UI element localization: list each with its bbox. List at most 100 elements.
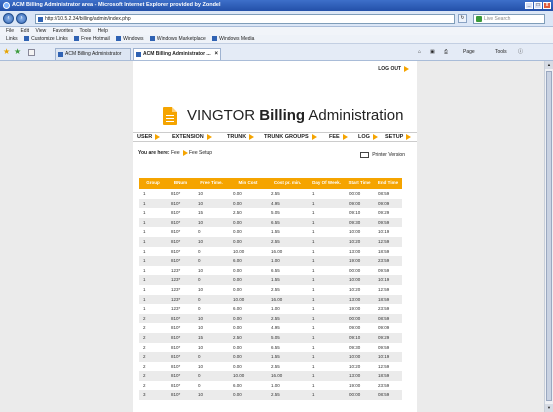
quick-tabs-icon[interactable] bbox=[28, 49, 35, 56]
table-cell: 09:29 bbox=[378, 210, 390, 216]
table-cell: 1 bbox=[308, 217, 345, 228]
home-icon[interactable]: ⌂ bbox=[418, 48, 421, 57]
links-bar: Links Customize Links Free Hotmail Windo… bbox=[0, 35, 553, 44]
table-cell: 1 bbox=[139, 294, 167, 305]
logout-link[interactable]: LOG OUT bbox=[378, 65, 409, 73]
tools-menu[interactable]: Tools bbox=[495, 48, 507, 57]
table-cell: 6.00 bbox=[233, 306, 242, 312]
scroll-down-icon[interactable]: ▼ bbox=[545, 404, 553, 412]
nav-setup[interactable]: SETUP bbox=[385, 133, 412, 141]
tab-billing-admin-2[interactable]: ACM Billing Administrator ... × bbox=[133, 48, 221, 60]
title-suffix: Administration bbox=[308, 107, 404, 124]
table-cell: 0.00 bbox=[233, 229, 242, 235]
nav-extension[interactable]: EXTENSION bbox=[172, 133, 212, 141]
address-field[interactable]: http://10.5.2.34/billing/admin/index.php bbox=[35, 14, 455, 24]
print-icon[interactable]: ⎙ bbox=[444, 48, 448, 57]
table-cell: 10 bbox=[198, 267, 204, 273]
link-marketplace[interactable]: Windows Marketplace bbox=[149, 36, 206, 42]
scroll-up-icon[interactable]: ▲ bbox=[545, 61, 553, 69]
ie-page-icon bbox=[212, 36, 218, 42]
ie-page-icon bbox=[116, 36, 122, 42]
table-cell: 1 bbox=[312, 229, 315, 235]
table-cell: 0.00 bbox=[233, 344, 242, 350]
table-cell: 1 bbox=[308, 256, 345, 266]
table-cell: 810* bbox=[167, 217, 194, 228]
table-cell: 1 bbox=[139, 256, 167, 266]
column-header: Group bbox=[139, 178, 167, 189]
table-cell: 810* bbox=[167, 198, 194, 209]
table-cell: 09:59 bbox=[374, 217, 402, 228]
nav-trunk[interactable]: TRUNK bbox=[227, 133, 255, 141]
menu-help[interactable]: Help bbox=[98, 28, 108, 34]
search-input[interactable]: Live Search bbox=[473, 14, 545, 24]
table-cell: 1 bbox=[312, 210, 315, 216]
table-cell: 2 bbox=[139, 371, 167, 381]
maximize-button[interactable]: □ bbox=[534, 2, 542, 9]
search-placeholder: Live Search bbox=[484, 16, 511, 22]
forward-button[interactable]: › bbox=[16, 13, 27, 24]
table-cell: 2.55 bbox=[271, 363, 280, 369]
favorites-star-icon[interactable]: ★ bbox=[3, 48, 10, 56]
link-windows-media[interactable]: Windows Media bbox=[212, 36, 254, 42]
menu-file[interactable]: File bbox=[6, 28, 14, 34]
table-cell: 1 bbox=[139, 198, 167, 209]
minimize-button[interactable]: _ bbox=[525, 2, 533, 9]
add-favorites-icon[interactable]: ★ bbox=[14, 48, 21, 56]
table-cell: 09:00 bbox=[349, 325, 361, 331]
menu-edit[interactable]: Edit bbox=[20, 28, 29, 34]
table-cell: 08:59 bbox=[378, 191, 390, 196]
table-cell: 09:30 bbox=[345, 217, 374, 228]
column-header: Cost pr. min. bbox=[267, 178, 308, 189]
title-bold: Billing bbox=[259, 107, 306, 124]
table-cell: 1 bbox=[139, 275, 167, 285]
menu-view[interactable]: View bbox=[35, 28, 46, 34]
table-cell: 2 bbox=[139, 332, 167, 343]
table-cell: 2 bbox=[139, 352, 167, 362]
table-cell: 810* bbox=[171, 344, 181, 350]
nav-fee[interactable]: FEE bbox=[329, 133, 348, 141]
table-cell: 810* bbox=[167, 371, 194, 381]
help-icon[interactable]: ⓘ bbox=[518, 48, 523, 57]
close-window-button[interactable]: x bbox=[543, 2, 551, 9]
fee-table: Group BNum Free Time. Min Cost Cost pr. min.… bbox=[139, 178, 402, 401]
close-tab-icon[interactable]: × bbox=[214, 49, 218, 60]
back-button[interactable]: ‹ bbox=[3, 13, 14, 24]
table-cell: 09:00 bbox=[345, 198, 374, 209]
table-cell: 1 bbox=[312, 286, 315, 292]
page-menu[interactable]: Page bbox=[463, 48, 475, 57]
nav-log[interactable]: LOG bbox=[358, 133, 378, 141]
table-cell: 0 bbox=[198, 248, 201, 254]
link-customize[interactable]: Customize Links bbox=[24, 36, 68, 42]
table-cell: 0.00 bbox=[229, 217, 267, 228]
menu-favorites[interactable]: Favorites bbox=[53, 28, 74, 34]
link-hotmail[interactable]: Free Hotmail bbox=[74, 36, 110, 42]
nav-trunk-groups[interactable]: TRUNK GROUPS bbox=[264, 133, 317, 141]
table-cell: 810* bbox=[171, 248, 181, 254]
tab-billing-admin-1[interactable]: ACM Billing Administrator area bbox=[55, 48, 131, 68]
table-cell: 1 bbox=[312, 248, 315, 254]
links-label: Links bbox=[6, 36, 18, 42]
vertical-scrollbar[interactable]: ▲ ▼ bbox=[544, 61, 553, 412]
arrow-right-icon bbox=[206, 133, 212, 140]
table-cell: 810* bbox=[167, 390, 194, 401]
link-windows[interactable]: Windows bbox=[116, 36, 143, 42]
table-cell: 13:00 bbox=[345, 371, 374, 381]
breadcrumb-fee[interactable]: Fee bbox=[171, 150, 180, 156]
feeds-icon[interactable]: ▣ bbox=[430, 48, 435, 57]
printer-version-link[interactable]: Printer Version bbox=[360, 151, 405, 159]
viewport: LOG OUT VINGTOR Billing Administration U… bbox=[0, 61, 544, 412]
column-header: Start Time bbox=[345, 178, 374, 189]
logout-label: LOG OUT bbox=[378, 66, 401, 72]
refresh-icon[interactable]: ↻ bbox=[458, 14, 467, 23]
menu-tools[interactable]: Tools bbox=[79, 28, 91, 34]
window-title: ACM Billing Administrator area - Microso… bbox=[12, 2, 221, 8]
table-cell: 23:59 bbox=[378, 306, 390, 312]
table-cell: 810* bbox=[167, 236, 194, 247]
nav-user[interactable]: USER bbox=[137, 133, 161, 141]
column-header: BNum bbox=[167, 178, 194, 189]
breadcrumb-label: You are here: bbox=[138, 150, 170, 156]
table-cell: 10 bbox=[194, 390, 229, 401]
table-cell: 0.00 bbox=[229, 198, 267, 209]
scroll-thumb[interactable] bbox=[546, 71, 552, 401]
table-cell: 810* bbox=[171, 325, 181, 331]
